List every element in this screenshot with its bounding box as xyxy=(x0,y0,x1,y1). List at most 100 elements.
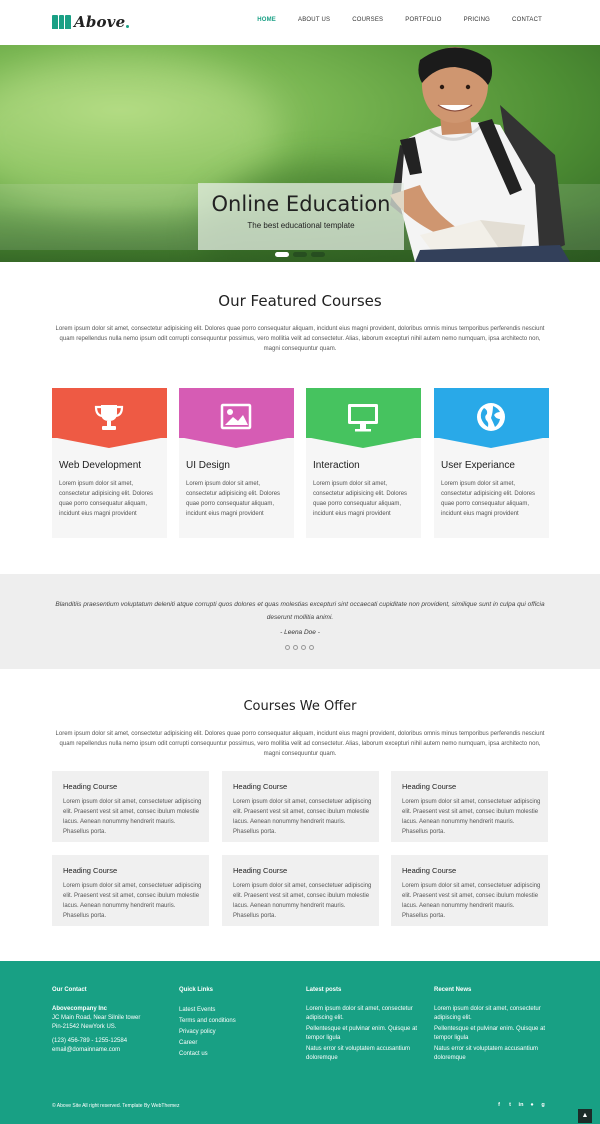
trophy-icon xyxy=(94,405,124,430)
news-link[interactable]: Natus error sit voluptatem accusantium d… xyxy=(434,1045,556,1063)
nav-contact[interactable]: CONTACT xyxy=(512,17,542,23)
testimonial-dot[interactable] xyxy=(285,645,290,650)
logo-text: Above xyxy=(74,13,126,31)
address-line: JC Main Road, Near Silnile tower xyxy=(52,1015,141,1021)
nav-courses[interactable]: COURSES xyxy=(352,17,383,23)
feature-card[interactable]: Interaction Lorem ipsum dolor sit amet, … xyxy=(306,388,421,538)
footer-heading: Quick Links xyxy=(179,987,214,993)
testimonial-dot[interactable] xyxy=(293,645,298,650)
course-text: Lorem ipsum dolor sit amet, consectetuer… xyxy=(63,883,202,919)
feature-text: Lorem ipsum dolor sit amet, consectetur … xyxy=(59,481,154,517)
main-nav: HOME ABOUT US COURSES PORTFOLIO PRICING … xyxy=(235,17,542,23)
footer-contact: Our Contact Abovecompany Inc JC Main Roa… xyxy=(52,987,174,1055)
feature-card[interactable]: User Experiance Lorem ipsum dolor sit am… xyxy=(434,388,549,538)
page: Above HOME ABOUT US COURSES PORTFOLIO PR… xyxy=(0,0,600,1124)
pinterest-icon[interactable]: ● xyxy=(529,1102,535,1108)
course-text: Lorem ipsum dolor sit amet, consectetuer… xyxy=(402,883,541,919)
logo-dot xyxy=(126,25,130,28)
footer-latest-posts: Latest posts Lorem ipsum dolor sit amet,… xyxy=(306,987,428,1063)
footer-link[interactable]: Latest Events xyxy=(179,1005,301,1016)
featured-title: Our Featured Courses xyxy=(218,292,382,310)
slide-dot[interactable] xyxy=(275,252,289,257)
course-text: Lorem ipsum dolor sit amet, consectetuer… xyxy=(233,799,372,835)
testimonial-dot[interactable] xyxy=(309,645,314,650)
hero-subtitle: The best educational template xyxy=(247,221,355,230)
featured-intro: Lorem ipsum dolor sit amet, consectetur … xyxy=(55,326,545,352)
nav-home[interactable]: HOME xyxy=(257,17,276,23)
feature-text: Lorem ipsum dolor sit amet, consectetur … xyxy=(186,481,281,517)
book-icon xyxy=(52,15,72,29)
footer-link[interactable]: Contact us xyxy=(179,1049,301,1060)
course-card[interactable]: Heading Course Lorem ipsum dolor sit ame… xyxy=(52,855,209,926)
footer-heading: Our Contact xyxy=(52,987,87,993)
footer-quick-links: Quick Links Latest Events Terms and cond… xyxy=(179,987,301,1060)
nav-portfolio[interactable]: PORTFOLIO xyxy=(405,17,441,23)
slider-dots xyxy=(275,252,325,257)
feature-card[interactable]: UI Design Lorem ipsum dolor sit amet, co… xyxy=(179,388,294,538)
course-title: Heading Course xyxy=(233,866,288,875)
footer-link[interactable]: Terms and conditions xyxy=(179,1016,301,1027)
globe-icon xyxy=(477,403,505,431)
site-header: Above HOME ABOUT US COURSES PORTFOLIO PR… xyxy=(0,0,600,45)
course-text: Lorem ipsum dolor sit amet, consectetuer… xyxy=(233,883,372,919)
post-link[interactable]: Pellentesque et pulvinar enim. Quisque a… xyxy=(306,1025,428,1043)
course-card[interactable]: Heading Course Lorem ipsum dolor sit ame… xyxy=(391,771,548,842)
course-text: Lorem ipsum dolor sit amet, consectetuer… xyxy=(402,799,541,835)
logo[interactable]: Above xyxy=(52,13,130,31)
course-title: Heading Course xyxy=(233,782,288,791)
course-title: Heading Course xyxy=(402,866,457,875)
news-link[interactable]: Pellentesque et pulvinar enim. Quisque a… xyxy=(434,1025,556,1043)
image-icon xyxy=(220,403,252,430)
post-link[interactable]: Lorem ipsum dolor sit amet, consectetur … xyxy=(306,1005,428,1023)
footer-link[interactable]: Career xyxy=(179,1038,301,1049)
copyright: © Above Site All right reserved. Templat… xyxy=(52,1103,180,1109)
slide-dot[interactable] xyxy=(311,252,325,257)
nav-about-us[interactable]: ABOUT US xyxy=(298,17,330,23)
course-card[interactable]: Heading Course Lorem ipsum dolor sit ame… xyxy=(222,855,379,926)
course-title: Heading Course xyxy=(63,866,118,875)
hero-slider: Online Education The best educational te… xyxy=(0,45,600,262)
testimonial-section: Blanditiis praesentium voluptatum deleni… xyxy=(0,574,600,669)
testimonial-dots xyxy=(285,645,314,650)
back-to-top-icon[interactable]: ▲ xyxy=(578,1109,592,1123)
feature-title: User Experiance xyxy=(441,460,515,471)
company-name: Abovecompany Inc xyxy=(52,1006,108,1012)
google-plus-icon[interactable]: g xyxy=(540,1102,546,1108)
footer-heading: Latest posts xyxy=(306,987,342,993)
monitor-icon xyxy=(348,404,378,432)
feature-title: UI Design xyxy=(186,460,230,471)
post-link[interactable]: Natus error sit voluptatem accusantium d… xyxy=(306,1045,428,1063)
course-title: Heading Course xyxy=(63,782,118,791)
email-address[interactable]: email@domainname.com xyxy=(52,1046,174,1055)
feature-card[interactable]: Web Development Lorem ipsum dolor sit am… xyxy=(52,388,167,538)
course-text: Lorem ipsum dolor sit amet, consectetuer… xyxy=(63,799,202,835)
facebook-icon[interactable]: f xyxy=(496,1102,502,1108)
testimonial-quote: Blanditiis praesentium voluptatum deleni… xyxy=(55,601,545,621)
social-links: f t in ● g xyxy=(496,1102,546,1108)
site-footer: Our Contact Abovecompany Inc JC Main Roa… xyxy=(0,961,600,1124)
twitter-icon[interactable]: t xyxy=(507,1102,513,1108)
offer-intro: Lorem ipsum dolor sit amet, consectetur … xyxy=(55,731,545,757)
nav-pricing[interactable]: PRICING xyxy=(464,17,490,23)
course-card[interactable]: Heading Course Lorem ipsum dolor sit ame… xyxy=(391,855,548,926)
phone-number: (123) 456-789 - 1255-12584 xyxy=(52,1038,128,1044)
course-card[interactable]: Heading Course Lorem ipsum dolor sit ame… xyxy=(222,771,379,842)
offer-title: Courses We Offer xyxy=(243,699,357,714)
feature-title: Web Development xyxy=(59,460,142,471)
hero-caption: Online Education The best educational te… xyxy=(198,183,404,250)
footer-heading: Recent News xyxy=(434,987,472,993)
feature-text: Lorem ipsum dolor sit amet, consectetur … xyxy=(313,481,408,517)
linkedin-icon[interactable]: in xyxy=(518,1102,524,1108)
address-line: Pin-21542 NewYork US. xyxy=(52,1024,117,1030)
course-card[interactable]: Heading Course Lorem ipsum dolor sit ame… xyxy=(52,771,209,842)
hero-title: Online Education xyxy=(211,192,391,216)
news-link[interactable]: Lorem ipsum dolor sit amet, consectetur … xyxy=(434,1005,556,1023)
footer-recent-news: Recent News Lorem ipsum dolor sit amet, … xyxy=(434,987,556,1063)
feature-text: Lorem ipsum dolor sit amet, consectetur … xyxy=(441,481,536,517)
slide-dot[interactable] xyxy=(293,252,307,257)
testimonial-dot[interactable] xyxy=(301,645,306,650)
testimonial-author: - Leena Doe - xyxy=(280,629,320,636)
course-title: Heading Course xyxy=(402,782,457,791)
feature-title: Interaction xyxy=(313,460,360,471)
footer-link[interactable]: Privacy policy xyxy=(179,1027,301,1038)
